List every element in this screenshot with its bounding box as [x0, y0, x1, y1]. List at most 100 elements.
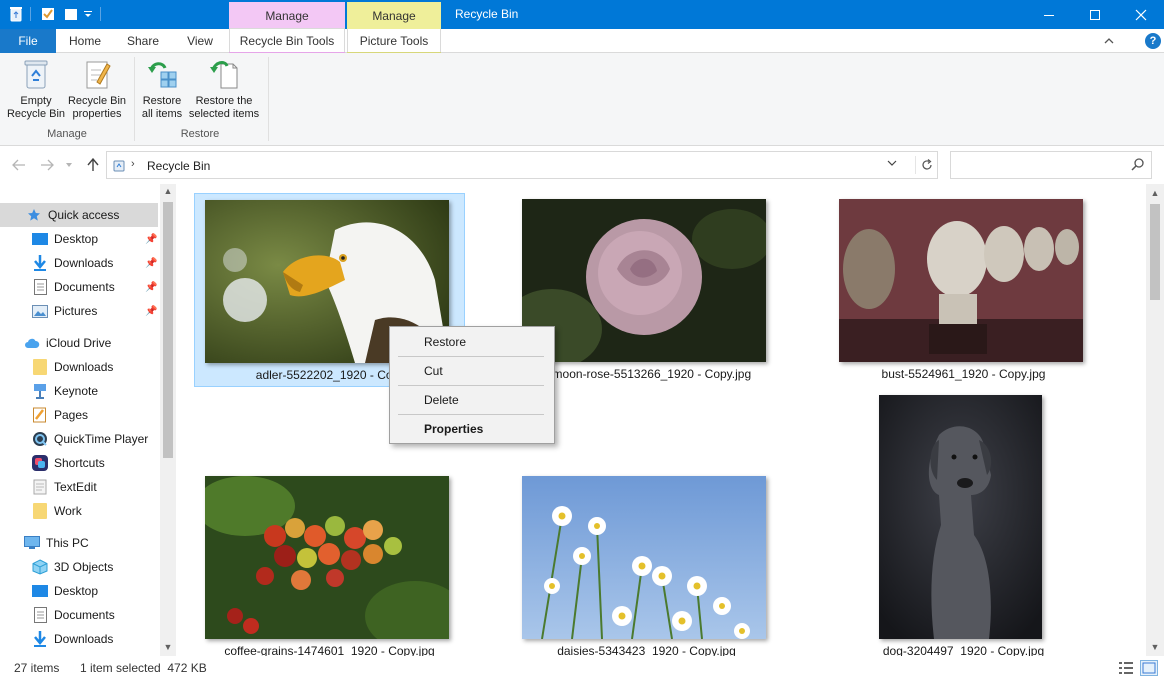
refresh-icon[interactable]: [915, 156, 937, 174]
manage-picture-header: Manage: [347, 2, 441, 29]
file-item-daisies[interactable]: daisies-5343423_1920 - Copy.jpg: [511, 470, 782, 656]
nav-icloud-shortcuts[interactable]: Shortcuts: [32, 451, 105, 475]
file-item-coffee-grains[interactable]: coffee-grains-1474601_1920 - Copy.jpg: [194, 470, 465, 656]
minimize-button[interactable]: [1026, 0, 1072, 29]
nav-pc-documents-label: Documents: [54, 608, 115, 622]
thumbnail-rose: [522, 199, 766, 362]
nav-icloud-shortcuts-label: Shortcuts: [54, 456, 105, 470]
nav-pc-desktop[interactable]: Desktop: [32, 579, 98, 603]
nav-icloud-textedit[interactable]: TextEdit: [32, 475, 97, 499]
tab-share[interactable]: Share: [118, 29, 168, 53]
nav-icloud-drive[interactable]: iCloud Drive: [24, 331, 111, 355]
nav-icloud-pages[interactable]: Pages: [32, 403, 88, 427]
search-input[interactable]: [957, 157, 1127, 173]
restore-selected-items-button[interactable]: Restore the selected items: [186, 57, 262, 121]
up-icon[interactable]: [84, 156, 102, 174]
file-caption: dog-3204497_1920 - Copy.jpg: [882, 644, 1045, 656]
nav-icloud-quicktime[interactable]: QuickTime Player: [32, 427, 148, 451]
quick-access-separator-2: [100, 7, 101, 21]
nav-quick-downloads[interactable]: Downloads: [32, 251, 113, 275]
recycle-bin-icon: [20, 57, 52, 91]
nav-scroll-thumb[interactable]: [163, 202, 173, 458]
recycle-bin-app-icon[interactable]: [8, 6, 24, 22]
scroll-down-arrow-icon[interactable]: ▼: [1148, 642, 1162, 652]
file-item-dog[interactable]: dog-3204497_1920 - Copy.jpg: [828, 389, 1099, 656]
textedit-icon: [32, 479, 48, 495]
nav-icloud-textedit-label: TextEdit: [54, 480, 97, 494]
nav-icloud-work[interactable]: Work: [32, 499, 82, 523]
pin-icon[interactable]: 📌: [145, 234, 157, 245]
nav-quick-documents-label: Documents: [54, 280, 115, 294]
nav-quick-desktop[interactable]: Desktop: [32, 227, 98, 251]
maximize-button[interactable]: [1072, 0, 1118, 29]
nav-pc-3d-objects[interactable]: 3D Objects: [32, 555, 113, 579]
file-caption: coffee-grains-1474601_1920 - Copy.jpg: [224, 644, 435, 656]
pin-icon[interactable]: 📌: [145, 306, 157, 317]
documents-icon: [32, 607, 48, 623]
menu-item-delete[interactable]: Delete: [392, 389, 552, 411]
selection-info: 1 item selected 472 KB: [80, 661, 207, 675]
pages-icon: [32, 407, 48, 423]
address-bar[interactable]: › Recycle Bin: [106, 151, 938, 179]
recycle-bin-properties-button[interactable]: Recycle Bin properties: [66, 57, 128, 121]
nav-pc-downloads[interactable]: Downloads: [32, 627, 113, 651]
menu-item-restore[interactable]: Restore: [392, 331, 552, 353]
status-bar: 27 items 1 item selected 472 KB: [0, 656, 1164, 680]
nav-icloud-quicktime-label: QuickTime Player: [54, 432, 149, 446]
menu-item-cut[interactable]: Cut: [392, 360, 552, 382]
nav-this-pc[interactable]: This PC: [24, 531, 89, 555]
large-icons-view-icon[interactable]: [1140, 660, 1158, 676]
search-icon[interactable]: [1131, 157, 1147, 173]
menu-separator: [398, 385, 544, 386]
close-button[interactable]: [1118, 0, 1164, 29]
thumbnail-daisies: [522, 476, 766, 639]
recent-locations-icon[interactable]: [63, 156, 75, 174]
file-tab[interactable]: File: [0, 29, 56, 53]
nav-icloud-downloads[interactable]: Downloads: [32, 355, 113, 379]
nav-quick-documents[interactable]: Documents: [32, 275, 115, 299]
keynote-icon: [32, 383, 48, 399]
file-item-bust[interactable]: bust-5524961_1920 - Copy.jpg: [828, 193, 1099, 387]
pin-icon[interactable]: 📌: [145, 258, 157, 269]
tab-picture-tools[interactable]: Picture Tools: [347, 29, 441, 53]
desktop-icon: [32, 231, 48, 247]
details-view-icon[interactable]: [1118, 661, 1134, 675]
search-box[interactable]: [950, 151, 1152, 179]
restore-all-items-button[interactable]: Restore all items: [138, 57, 186, 121]
restore-all-items-label: Restore all items: [141, 95, 183, 120]
nav-quick-pictures[interactable]: Pictures: [32, 299, 97, 323]
new-folder-quick-icon[interactable]: [63, 6, 79, 22]
tab-recycle-bin-tools[interactable]: Recycle Bin Tools: [229, 28, 345, 53]
nav-quick-pictures-label: Pictures: [54, 304, 98, 318]
nav-icloud-drive-label: iCloud Drive: [46, 336, 112, 350]
menu-item-properties[interactable]: Properties: [392, 418, 552, 440]
nav-icloud-keynote[interactable]: Keynote: [32, 379, 98, 403]
help-icon[interactable]: ?: [1145, 33, 1161, 49]
downloads-icon: [32, 631, 48, 647]
breadcrumb-chevron-icon[interactable]: ›: [131, 158, 135, 170]
scroll-up-arrow-icon[interactable]: ▲: [161, 186, 175, 196]
empty-recycle-bin-button[interactable]: Empty Recycle Bin: [6, 57, 66, 121]
tab-home[interactable]: Home: [60, 29, 110, 53]
back-icon[interactable]: [10, 156, 28, 174]
forward-icon[interactable]: [38, 156, 56, 174]
nav-pc-documents[interactable]: Documents: [32, 603, 115, 627]
quick-access-separator: [30, 7, 31, 21]
address-history-dropdown-icon[interactable]: [887, 158, 897, 170]
nav-icloud-downloads-label: Downloads: [54, 360, 114, 374]
scroll-up-arrow-icon[interactable]: ▲: [1148, 188, 1162, 198]
customize-quick-access-icon[interactable]: [82, 6, 94, 22]
properties-quick-icon[interactable]: [40, 6, 56, 22]
tab-view[interactable]: View: [176, 29, 224, 53]
breadcrumb-recycle-bin[interactable]: Recycle Bin: [147, 159, 210, 173]
content-scroll-thumb[interactable]: [1150, 204, 1160, 300]
scroll-down-arrow-icon[interactable]: ▼: [161, 642, 175, 652]
window-title: Recycle Bin: [455, 7, 519, 21]
nav-quick-access[interactable]: Quick access: [0, 203, 158, 227]
minimize-ribbon-icon[interactable]: [1101, 33, 1117, 49]
content-scrollbar[interactable]: ▲ ▼: [1146, 184, 1164, 656]
nav-pane-scrollbar[interactable]: ▲ ▼: [160, 184, 176, 656]
address-row: › Recycle Bin: [0, 146, 1164, 184]
pin-icon[interactable]: 📌: [145, 282, 157, 293]
ribbon-tab-row: File Home Share View Recycle Bin Tools P…: [0, 28, 1164, 53]
